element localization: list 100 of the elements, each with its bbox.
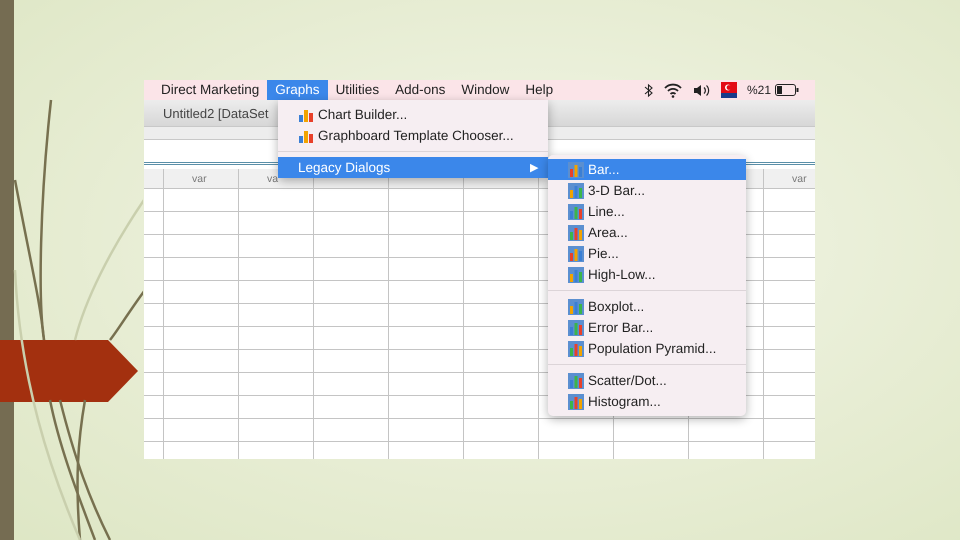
- table-cell[interactable]: [164, 212, 239, 235]
- menu-item[interactable]: Add-ons: [387, 80, 454, 100]
- chart-icon: [568, 246, 584, 262]
- table-cell[interactable]: [314, 373, 389, 396]
- chart-icon: [568, 340, 584, 356]
- table-cell[interactable]: [239, 350, 314, 373]
- menu-entry[interactable]: Pie...: [548, 243, 746, 264]
- menu-entry[interactable]: Scatter/Dot...: [548, 370, 746, 391]
- chart-icon: [568, 162, 584, 178]
- menu-entry[interactable]: Boxplot...: [548, 296, 746, 317]
- table-cell[interactable]: [464, 350, 539, 373]
- table-cell[interactable]: [389, 189, 464, 212]
- table-cell[interactable]: [464, 212, 539, 235]
- table-cell[interactable]: [164, 189, 239, 212]
- menu-item[interactable]: Graphs: [267, 80, 328, 100]
- table-cell[interactable]: [389, 258, 464, 281]
- menu-entry[interactable]: Area...: [548, 222, 746, 243]
- table-cell[interactable]: [464, 396, 539, 419]
- table-cell[interactable]: [314, 304, 389, 327]
- chart-icon: [568, 266, 584, 282]
- column-label: va: [267, 173, 278, 185]
- table-cell[interactable]: [164, 235, 239, 258]
- column-header[interactable]: var: [764, 169, 815, 189]
- table-cell[interactable]: [239, 212, 314, 235]
- table-cell[interactable]: [239, 258, 314, 281]
- battery-percent[interactable]: %21: [746, 83, 771, 97]
- menu-entry[interactable]: Graphboard Template Chooser...: [278, 125, 548, 146]
- table-cell[interactable]: [389, 304, 464, 327]
- table-cell[interactable]: [164, 327, 239, 350]
- table-cell[interactable]: [314, 396, 389, 419]
- table-cell[interactable]: [464, 281, 539, 304]
- table-cell[interactable]: [389, 212, 464, 235]
- table-cell[interactable]: [239, 419, 314, 442]
- row-header-cell: [144, 373, 164, 396]
- battery-icon[interactable]: [775, 84, 799, 96]
- flag-icon[interactable]: [720, 82, 737, 98]
- table-cell[interactable]: [164, 304, 239, 327]
- table-cell[interactable]: [464, 189, 539, 212]
- row-header-cell: [144, 235, 164, 258]
- table-cell[interactable]: [164, 419, 239, 442]
- bluetooth-icon[interactable]: [644, 82, 653, 98]
- menu-entry[interactable]: Histogram...: [548, 391, 746, 412]
- table-cell[interactable]: [239, 396, 314, 419]
- table-cell[interactable]: [389, 396, 464, 419]
- chart-icon: [568, 182, 584, 198]
- table-cell[interactable]: [239, 373, 314, 396]
- menu-entry[interactable]: 3-D Bar...: [548, 180, 746, 201]
- table-cell[interactable]: [464, 258, 539, 281]
- table-cell[interactable]: [389, 350, 464, 373]
- table-cell[interactable]: [164, 373, 239, 396]
- table-cell[interactable]: [389, 373, 464, 396]
- table-cell[interactable]: [314, 189, 389, 212]
- menu-item[interactable]: Help: [517, 80, 562, 100]
- table-cell[interactable]: [239, 235, 314, 258]
- table-cell[interactable]: [239, 327, 314, 350]
- menu-entry[interactable]: Error Bar...: [548, 317, 746, 338]
- menu-entry[interactable]: Line...: [548, 201, 746, 222]
- table-cell[interactable]: [464, 327, 539, 350]
- table-cell[interactable]: [614, 419, 689, 442]
- table-cell[interactable]: [314, 212, 389, 235]
- table-cell[interactable]: [314, 235, 389, 258]
- table-cell[interactable]: [239, 304, 314, 327]
- table-cell[interactable]: [389, 281, 464, 304]
- table-cell[interactable]: [164, 281, 239, 304]
- column-label: var: [792, 173, 807, 185]
- menu-item[interactable]: Utilities: [328, 80, 388, 100]
- table-cell[interactable]: [689, 419, 764, 442]
- menu-item[interactable]: Window: [453, 80, 518, 100]
- row-header-cell: [144, 258, 164, 281]
- table-cell[interactable]: [314, 327, 389, 350]
- submenu-arrow: ▶: [530, 161, 538, 174]
- row-header-cell: [144, 396, 164, 419]
- menu-entry[interactable]: Legacy Dialogs ▶: [278, 157, 548, 178]
- column-header[interactable]: var: [164, 169, 239, 189]
- chart-icon: [568, 320, 584, 336]
- table-cell[interactable]: [314, 281, 389, 304]
- table-cell[interactable]: [239, 189, 314, 212]
- menu-item[interactable]: Direct Marketing: [153, 80, 268, 100]
- menu-entry[interactable]: Population Pyramid...: [548, 338, 746, 359]
- table-cell[interactable]: [464, 419, 539, 442]
- table-cell[interactable]: [539, 419, 614, 442]
- menu-entry[interactable]: Bar...: [548, 159, 746, 180]
- table-cell[interactable]: [389, 327, 464, 350]
- table-cell[interactable]: [389, 235, 464, 258]
- volume-icon[interactable]: [692, 84, 711, 96]
- menu-entry[interactable]: High-Low...: [548, 264, 746, 285]
- menu-entry[interactable]: Chart Builder...: [278, 104, 548, 125]
- table-cell[interactable]: [464, 373, 539, 396]
- table-cell[interactable]: [164, 350, 239, 373]
- table-cell[interactable]: [314, 419, 389, 442]
- table-cell[interactable]: [164, 396, 239, 419]
- wifi-icon[interactable]: [662, 82, 683, 98]
- table-cell[interactable]: [464, 235, 539, 258]
- table-cell[interactable]: [389, 419, 464, 442]
- table-cell[interactable]: [314, 258, 389, 281]
- table-cell[interactable]: [239, 281, 314, 304]
- table-cell[interactable]: [464, 304, 539, 327]
- table-cell[interactable]: [164, 258, 239, 281]
- chart-icon: [568, 298, 584, 314]
- table-cell[interactable]: [314, 350, 389, 373]
